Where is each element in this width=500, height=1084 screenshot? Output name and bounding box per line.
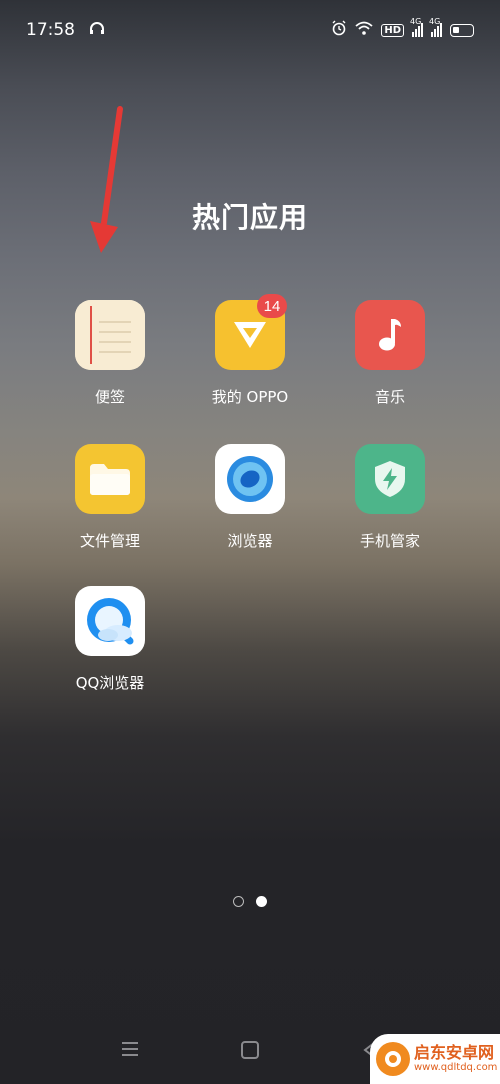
- signal-icon-1: 4G: [410, 17, 423, 37]
- app-label: 文件管理: [79, 532, 140, 550]
- my-oppo-icon: 14: [215, 294, 287, 370]
- signal-icon-2: 4G: [429, 17, 442, 37]
- notes-icon: [75, 300, 145, 370]
- qq-browser-icon: [75, 586, 145, 656]
- signal-label-2: 4G: [429, 17, 441, 26]
- app-label: 浏览器: [227, 532, 273, 550]
- browser-icon: [215, 444, 285, 514]
- app-phone-manager[interactable]: 手机管家: [320, 444, 460, 551]
- app-label: 我的 OPPO: [211, 388, 289, 406]
- hd-icon: HD: [381, 23, 404, 37]
- app-label: QQ浏览器: [75, 674, 145, 692]
- app-browser[interactable]: 浏览器: [180, 444, 320, 551]
- site-watermark: 启东安卓网 www.qdltdq.com: [370, 1034, 500, 1084]
- folder-title: 热门应用: [191, 201, 308, 234]
- folder-icon: [75, 444, 145, 514]
- watermark-logo-icon: [376, 1042, 410, 1076]
- app-label: 便签: [94, 388, 125, 406]
- headset-icon: [89, 20, 105, 40]
- app-label: 音乐: [374, 388, 405, 406]
- status-bar: 17:58 HD 4G 4G: [0, 0, 500, 60]
- page-dot-2[interactable]: [256, 896, 267, 907]
- signal-label-1: 4G: [410, 17, 422, 26]
- app-my-oppo[interactable]: 14 我的 OPPO: [180, 294, 320, 407]
- app-qq-browser[interactable]: QQ浏览器: [40, 586, 180, 693]
- notification-badge: 14: [257, 294, 287, 318]
- menu-icon[interactable]: [120, 1040, 140, 1062]
- home-icon[interactable]: [240, 1040, 260, 1064]
- alarm-icon: [331, 20, 347, 40]
- watermark-name: 启东安卓网: [414, 1043, 495, 1062]
- music-icon: [355, 300, 425, 370]
- battery-icon: [450, 23, 474, 37]
- clock: 17:58: [26, 20, 75, 40]
- wifi-icon: [355, 21, 373, 39]
- shield-icon: [355, 444, 425, 514]
- app-music[interactable]: 音乐: [320, 300, 460, 407]
- app-label: 手机管家: [359, 532, 420, 550]
- page-dot-1[interactable]: [233, 896, 244, 907]
- page-indicator[interactable]: [0, 896, 500, 907]
- watermark-url: www.qdltdq.com: [414, 1062, 498, 1073]
- app-notes[interactable]: 便签: [40, 300, 180, 407]
- app-file-manager[interactable]: 文件管理: [40, 444, 180, 551]
